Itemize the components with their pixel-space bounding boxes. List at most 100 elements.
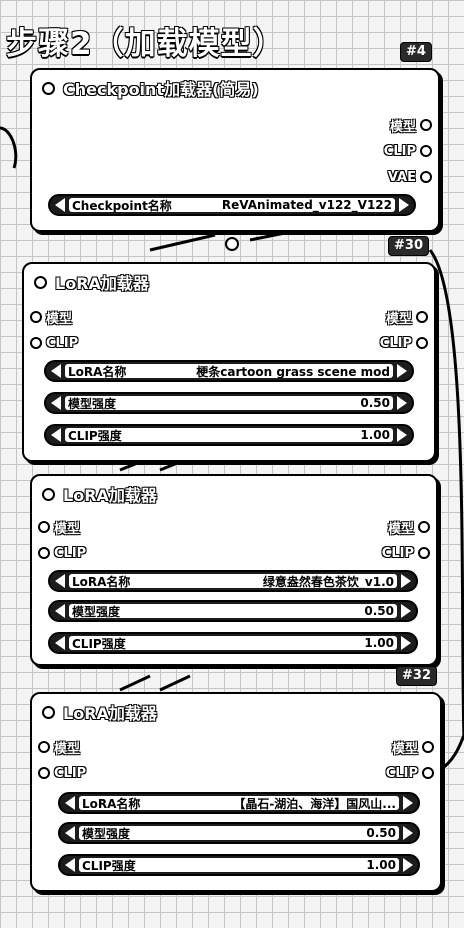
lora-loader-node[interactable]: LoRA加载器 模型 CLIP 模型 CLIP LoRA名称 【晶石-湖泊、海洋… bbox=[30, 692, 442, 892]
arrow-right-icon[interactable] bbox=[403, 826, 413, 840]
widget-value: 绿意盎然春色茶饮_v1.0 bbox=[262, 574, 394, 589]
link-wire bbox=[149, 233, 216, 252]
arrow-left-icon[interactable] bbox=[55, 198, 65, 212]
arrow-right-icon[interactable] bbox=[397, 428, 407, 442]
arrow-right-icon[interactable] bbox=[399, 198, 409, 212]
node-id-badge: #32 bbox=[396, 666, 437, 686]
arrow-left-icon[interactable] bbox=[65, 826, 75, 840]
arrow-left-icon[interactable] bbox=[55, 636, 65, 650]
collapse-dot-icon[interactable] bbox=[34, 275, 47, 289]
model-strength-number[interactable]: 模型强度 0.50 bbox=[58, 822, 420, 844]
collapse-dot-icon[interactable] bbox=[42, 81, 55, 95]
model-strength-number[interactable]: 模型强度 0.50 bbox=[44, 392, 414, 414]
output-port-vae[interactable]: VAE bbox=[388, 168, 432, 186]
node-header[interactable]: LoRA加载器 bbox=[34, 270, 149, 294]
port-label: VAE bbox=[387, 169, 416, 185]
port-dot-icon[interactable] bbox=[420, 119, 432, 131]
arrow-right-icon[interactable] bbox=[401, 604, 411, 618]
widget-label: 模型强度 bbox=[82, 826, 131, 841]
widget-value: 【晶石-湖泊、海洋】国风山... bbox=[233, 796, 396, 811]
arrow-left-icon[interactable] bbox=[65, 858, 75, 872]
port-dot-icon[interactable] bbox=[420, 145, 432, 157]
port-dot-icon[interactable] bbox=[420, 171, 432, 183]
port-dot-icon[interactable] bbox=[418, 521, 430, 533]
lora-loader-node[interactable]: LoRA加载器 模型 CLIP 模型 CLIP LoRA名称 绿意盎然春色茶饮_… bbox=[30, 474, 438, 666]
port-label: 模型 bbox=[387, 521, 414, 537]
input-port-model[interactable]: 模型 bbox=[30, 308, 73, 327]
widget-value: 梗条cartoon grass scene mod bbox=[196, 364, 390, 379]
lora-name-combo[interactable]: LoRA名称 梗条cartoon grass scene mod bbox=[44, 360, 414, 382]
link-wire bbox=[439, 734, 464, 772]
port-dot-icon[interactable] bbox=[38, 521, 50, 533]
link-wire bbox=[119, 674, 151, 692]
output-port-clip[interactable]: CLIP bbox=[380, 334, 428, 352]
port-label: CLIP bbox=[383, 143, 416, 159]
node-id-badge: #4 bbox=[400, 42, 432, 62]
port-dot-icon[interactable] bbox=[30, 337, 42, 349]
lora-name-combo[interactable]: LoRA名称 绿意盎然春色茶饮_v1.0 bbox=[48, 570, 418, 592]
widget-label: 模型强度 bbox=[68, 396, 117, 411]
node-id-badge: #30 bbox=[388, 236, 429, 256]
clip-strength-number[interactable]: CLIP强度 1.00 bbox=[44, 424, 414, 446]
output-port-clip[interactable]: CLIP bbox=[386, 764, 434, 782]
node-title: Checkpoint加载器(简易) bbox=[63, 80, 259, 99]
model-strength-number[interactable]: 模型强度 0.50 bbox=[48, 600, 418, 622]
port-dot-icon[interactable] bbox=[38, 767, 50, 779]
arrow-left-icon[interactable] bbox=[51, 364, 61, 378]
port-dot-icon[interactable] bbox=[38, 547, 50, 559]
clip-strength-number[interactable]: CLIP强度 1.00 bbox=[58, 854, 420, 876]
arrow-right-icon[interactable] bbox=[397, 364, 407, 378]
collapse-dot-icon[interactable] bbox=[42, 705, 55, 719]
port-label: 模型 bbox=[46, 311, 73, 327]
output-port-clip[interactable]: CLIP bbox=[382, 544, 430, 562]
output-port-model[interactable]: 模型 bbox=[387, 518, 430, 537]
ckpt-name-combo[interactable]: Checkpoint名称 ReVAnimated_v122_V122 bbox=[48, 194, 416, 216]
output-port-model[interactable]: 模型 bbox=[385, 308, 428, 327]
arrow-left-icon[interactable] bbox=[65, 796, 75, 810]
widget-value: 1.00 bbox=[366, 858, 396, 872]
collapse-dot-icon[interactable] bbox=[42, 487, 55, 501]
port-label: CLIP bbox=[379, 335, 412, 351]
port-dot-icon[interactable] bbox=[422, 741, 434, 753]
input-port-clip[interactable]: CLIP bbox=[38, 764, 86, 782]
input-port-clip[interactable]: CLIP bbox=[38, 544, 86, 562]
port-dot-icon[interactable] bbox=[422, 767, 434, 779]
lora-loader-node[interactable]: LoRA加载器 模型 CLIP 模型 CLIP LoRA名称 梗条cartoon… bbox=[22, 262, 436, 462]
widget-label: Checkpoint名称 bbox=[72, 198, 172, 213]
port-label: 模型 bbox=[389, 119, 416, 135]
widget-label: LoRA名称 bbox=[82, 796, 141, 811]
output-port-model[interactable]: 模型 bbox=[392, 738, 434, 757]
widget-value: 0.50 bbox=[364, 604, 394, 618]
widget-label: CLIP强度 bbox=[82, 858, 136, 873]
arrow-left-icon[interactable] bbox=[55, 574, 65, 588]
port-label: 模型 bbox=[54, 741, 81, 757]
input-port-model[interactable]: 模型 bbox=[38, 738, 81, 757]
input-port-model[interactable]: 模型 bbox=[38, 518, 80, 537]
port-dot-icon[interactable] bbox=[418, 547, 430, 559]
arrow-right-icon[interactable] bbox=[403, 796, 413, 810]
clip-strength-number[interactable]: CLIP强度 1.00 bbox=[48, 632, 418, 654]
arrow-left-icon[interactable] bbox=[51, 396, 61, 410]
checkpoint-loader-node[interactable]: Checkpoint加载器(简易) 模型 CLIP VAE Checkpoint… bbox=[30, 68, 440, 232]
node-header[interactable]: LoRA加载器 bbox=[42, 482, 157, 506]
input-port-clip[interactable]: CLIP bbox=[30, 334, 78, 352]
arrow-right-icon[interactable] bbox=[401, 574, 411, 588]
lora-name-combo[interactable]: LoRA名称 【晶石-湖泊、海洋】国风山... bbox=[58, 792, 420, 814]
port-label: 模型 bbox=[385, 311, 412, 327]
node-header[interactable]: LoRA加载器 bbox=[42, 700, 157, 724]
arrow-right-icon[interactable] bbox=[401, 636, 411, 650]
port-dot-icon[interactable] bbox=[416, 311, 428, 323]
page-title: 步骤2（加载模型） bbox=[6, 26, 285, 62]
output-port-clip[interactable]: CLIP bbox=[384, 142, 432, 160]
node-header[interactable]: Checkpoint加载器(简易) bbox=[42, 76, 259, 100]
arrow-right-icon[interactable] bbox=[403, 858, 413, 872]
output-port-model[interactable]: 模型 bbox=[389, 116, 432, 135]
port-dot-icon[interactable] bbox=[38, 741, 50, 753]
port-dot-icon[interactable] bbox=[416, 337, 428, 349]
port-dot-icon[interactable] bbox=[30, 311, 42, 323]
arrow-right-icon[interactable] bbox=[397, 396, 407, 410]
arrow-left-icon[interactable] bbox=[51, 428, 61, 442]
widget-label: CLIP强度 bbox=[72, 636, 126, 651]
arrow-left-icon[interactable] bbox=[55, 604, 65, 618]
node-title: LoRA加载器 bbox=[63, 486, 157, 505]
